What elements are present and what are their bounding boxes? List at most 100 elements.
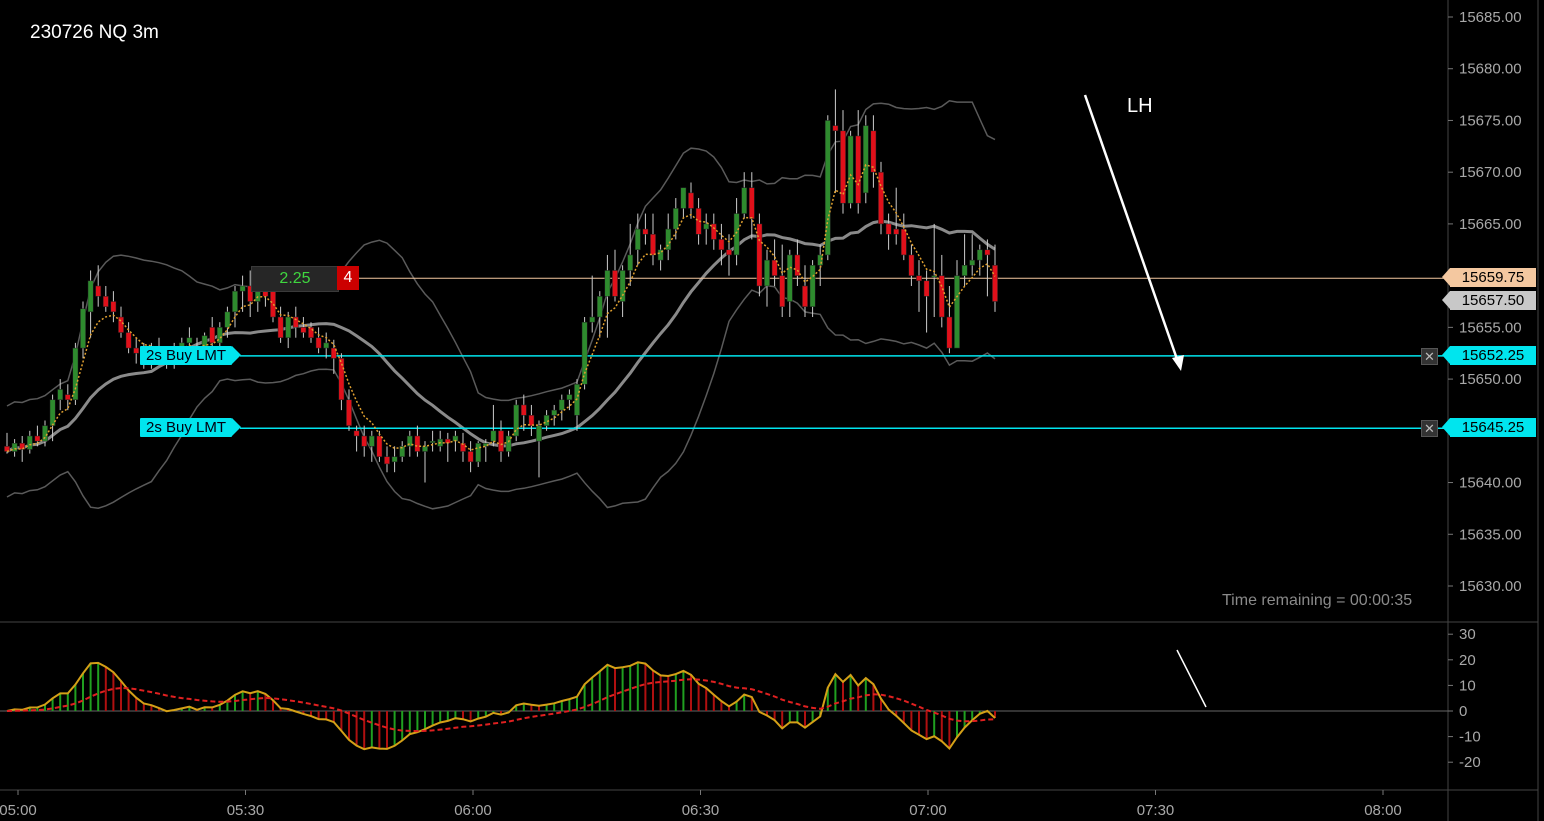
candle-body (718, 239, 725, 251)
candle-body (779, 275, 786, 307)
candle-body (809, 265, 816, 307)
candle-body (391, 456, 398, 463)
candle-body (34, 435, 41, 442)
time-remaining: Time remaining = 00:00:35 (1222, 592, 1413, 609)
osc-line (6, 661, 996, 751)
osc-signal-line (6, 678, 996, 733)
time-tick-label: 05:30 (227, 802, 265, 819)
candle-body (125, 332, 132, 349)
candle-body (528, 415, 535, 426)
time-tick-label: 05:00 (0, 802, 37, 819)
time-tick-label: 08:00 (1364, 802, 1402, 819)
candle-body (368, 435, 375, 447)
candle-body (908, 254, 915, 276)
lh-arrow-head (1172, 355, 1184, 371)
order-price-tag-2[interactable]: 15645.25 (1442, 418, 1536, 437)
candle-body (209, 327, 216, 344)
price-tick-label: 15670.00 (1459, 164, 1522, 181)
candle-body (771, 259, 778, 276)
price-tick-label: 15640.00 (1459, 475, 1522, 492)
order-price-tag-1[interactable]: 15652.25 (1442, 346, 1536, 365)
candle-body (946, 316, 953, 349)
candle-body (186, 337, 193, 344)
candle-body (688, 192, 694, 209)
candle-body (619, 270, 626, 302)
candle-body (520, 404, 527, 416)
time-tick-label: 06:30 (682, 802, 720, 819)
osc-tick-label: 10 (1459, 677, 1476, 694)
buy-limit-order-tag-1[interactable]: 2s Buy LMT (140, 346, 242, 365)
candle-body (969, 259, 976, 266)
candle-body (642, 228, 649, 235)
candle-body (589, 316, 596, 323)
candle-body (992, 265, 998, 302)
candle-body (285, 316, 292, 338)
candle-body (756, 223, 763, 287)
candle-body (384, 456, 390, 465)
candle-body (102, 296, 109, 307)
candle-body (984, 249, 991, 256)
candle-body (277, 316, 284, 338)
candle-body (353, 430, 360, 437)
osc-tick-label: -20 (1459, 754, 1481, 771)
price-tick-label: 15650.00 (1459, 371, 1522, 388)
price-tick-label: 15680.00 (1459, 61, 1522, 78)
candle-body (840, 130, 846, 204)
osc-tick-label: 0 (1459, 703, 1467, 720)
candle-body (551, 409, 558, 416)
candle-body (346, 399, 352, 426)
osc-tick-label: 20 (1459, 652, 1476, 669)
candle-body (110, 301, 117, 313)
candle-body (786, 254, 793, 302)
candle-body (376, 435, 383, 457)
candle-body (878, 171, 884, 225)
candle-body (764, 259, 770, 287)
candle-body (726, 249, 732, 256)
candle-body (118, 316, 124, 333)
candle-body (323, 342, 330, 349)
candle-body (292, 316, 299, 328)
candle-body (680, 187, 687, 209)
price-tick-label: 15675.00 (1459, 112, 1522, 129)
candle-body (315, 337, 322, 349)
buy-limit-order-tag-2[interactable]: 2s Buy LMT (140, 418, 242, 437)
candle-body (80, 308, 86, 349)
price-tick-label: 15655.00 (1459, 319, 1522, 336)
price-tick-label: 15635.00 (1459, 526, 1522, 543)
candle-body (954, 275, 960, 349)
candle-body (672, 208, 679, 230)
position-quantity[interactable]: 4 (337, 266, 359, 290)
candle-body (270, 290, 276, 318)
position-pnl[interactable]: 2.25 (251, 266, 339, 292)
candle-body (300, 327, 307, 333)
candle-body (57, 389, 64, 401)
candle-body (612, 270, 618, 297)
chart-title: 230726 NQ 3m (30, 22, 159, 43)
price-tick-label: 15665.00 (1459, 216, 1522, 233)
candle-body (650, 234, 656, 256)
lh-annotation: LH (1127, 95, 1153, 117)
candle-body (627, 254, 634, 271)
candle-body (11, 442, 18, 452)
candle-body (490, 430, 497, 442)
candle-body (893, 228, 900, 235)
chart-canvas[interactable]: 15685.00 15680.00 15675.00 15670.00 15665.00… (0, 0, 1544, 821)
candle-body (862, 125, 869, 194)
candle-body (885, 223, 892, 235)
candle-body (604, 270, 611, 297)
candle-body (710, 223, 717, 240)
candle-body (232, 290, 238, 313)
price-tick-label: 15630.00 (1459, 578, 1522, 595)
candle-body (870, 130, 877, 173)
cancel-order-2-icon[interactable]: ✕ (1421, 420, 1438, 437)
candle-body (361, 435, 368, 447)
candle-body (308, 327, 314, 338)
candle-body (42, 425, 48, 442)
candle-body (558, 399, 565, 411)
candle-body (429, 440, 436, 443)
candle-body (900, 228, 907, 256)
candle-body (855, 135, 862, 204)
candle-body (916, 275, 922, 282)
cancel-order-1-icon[interactable]: ✕ (1421, 348, 1438, 365)
candle-body (634, 228, 641, 251)
